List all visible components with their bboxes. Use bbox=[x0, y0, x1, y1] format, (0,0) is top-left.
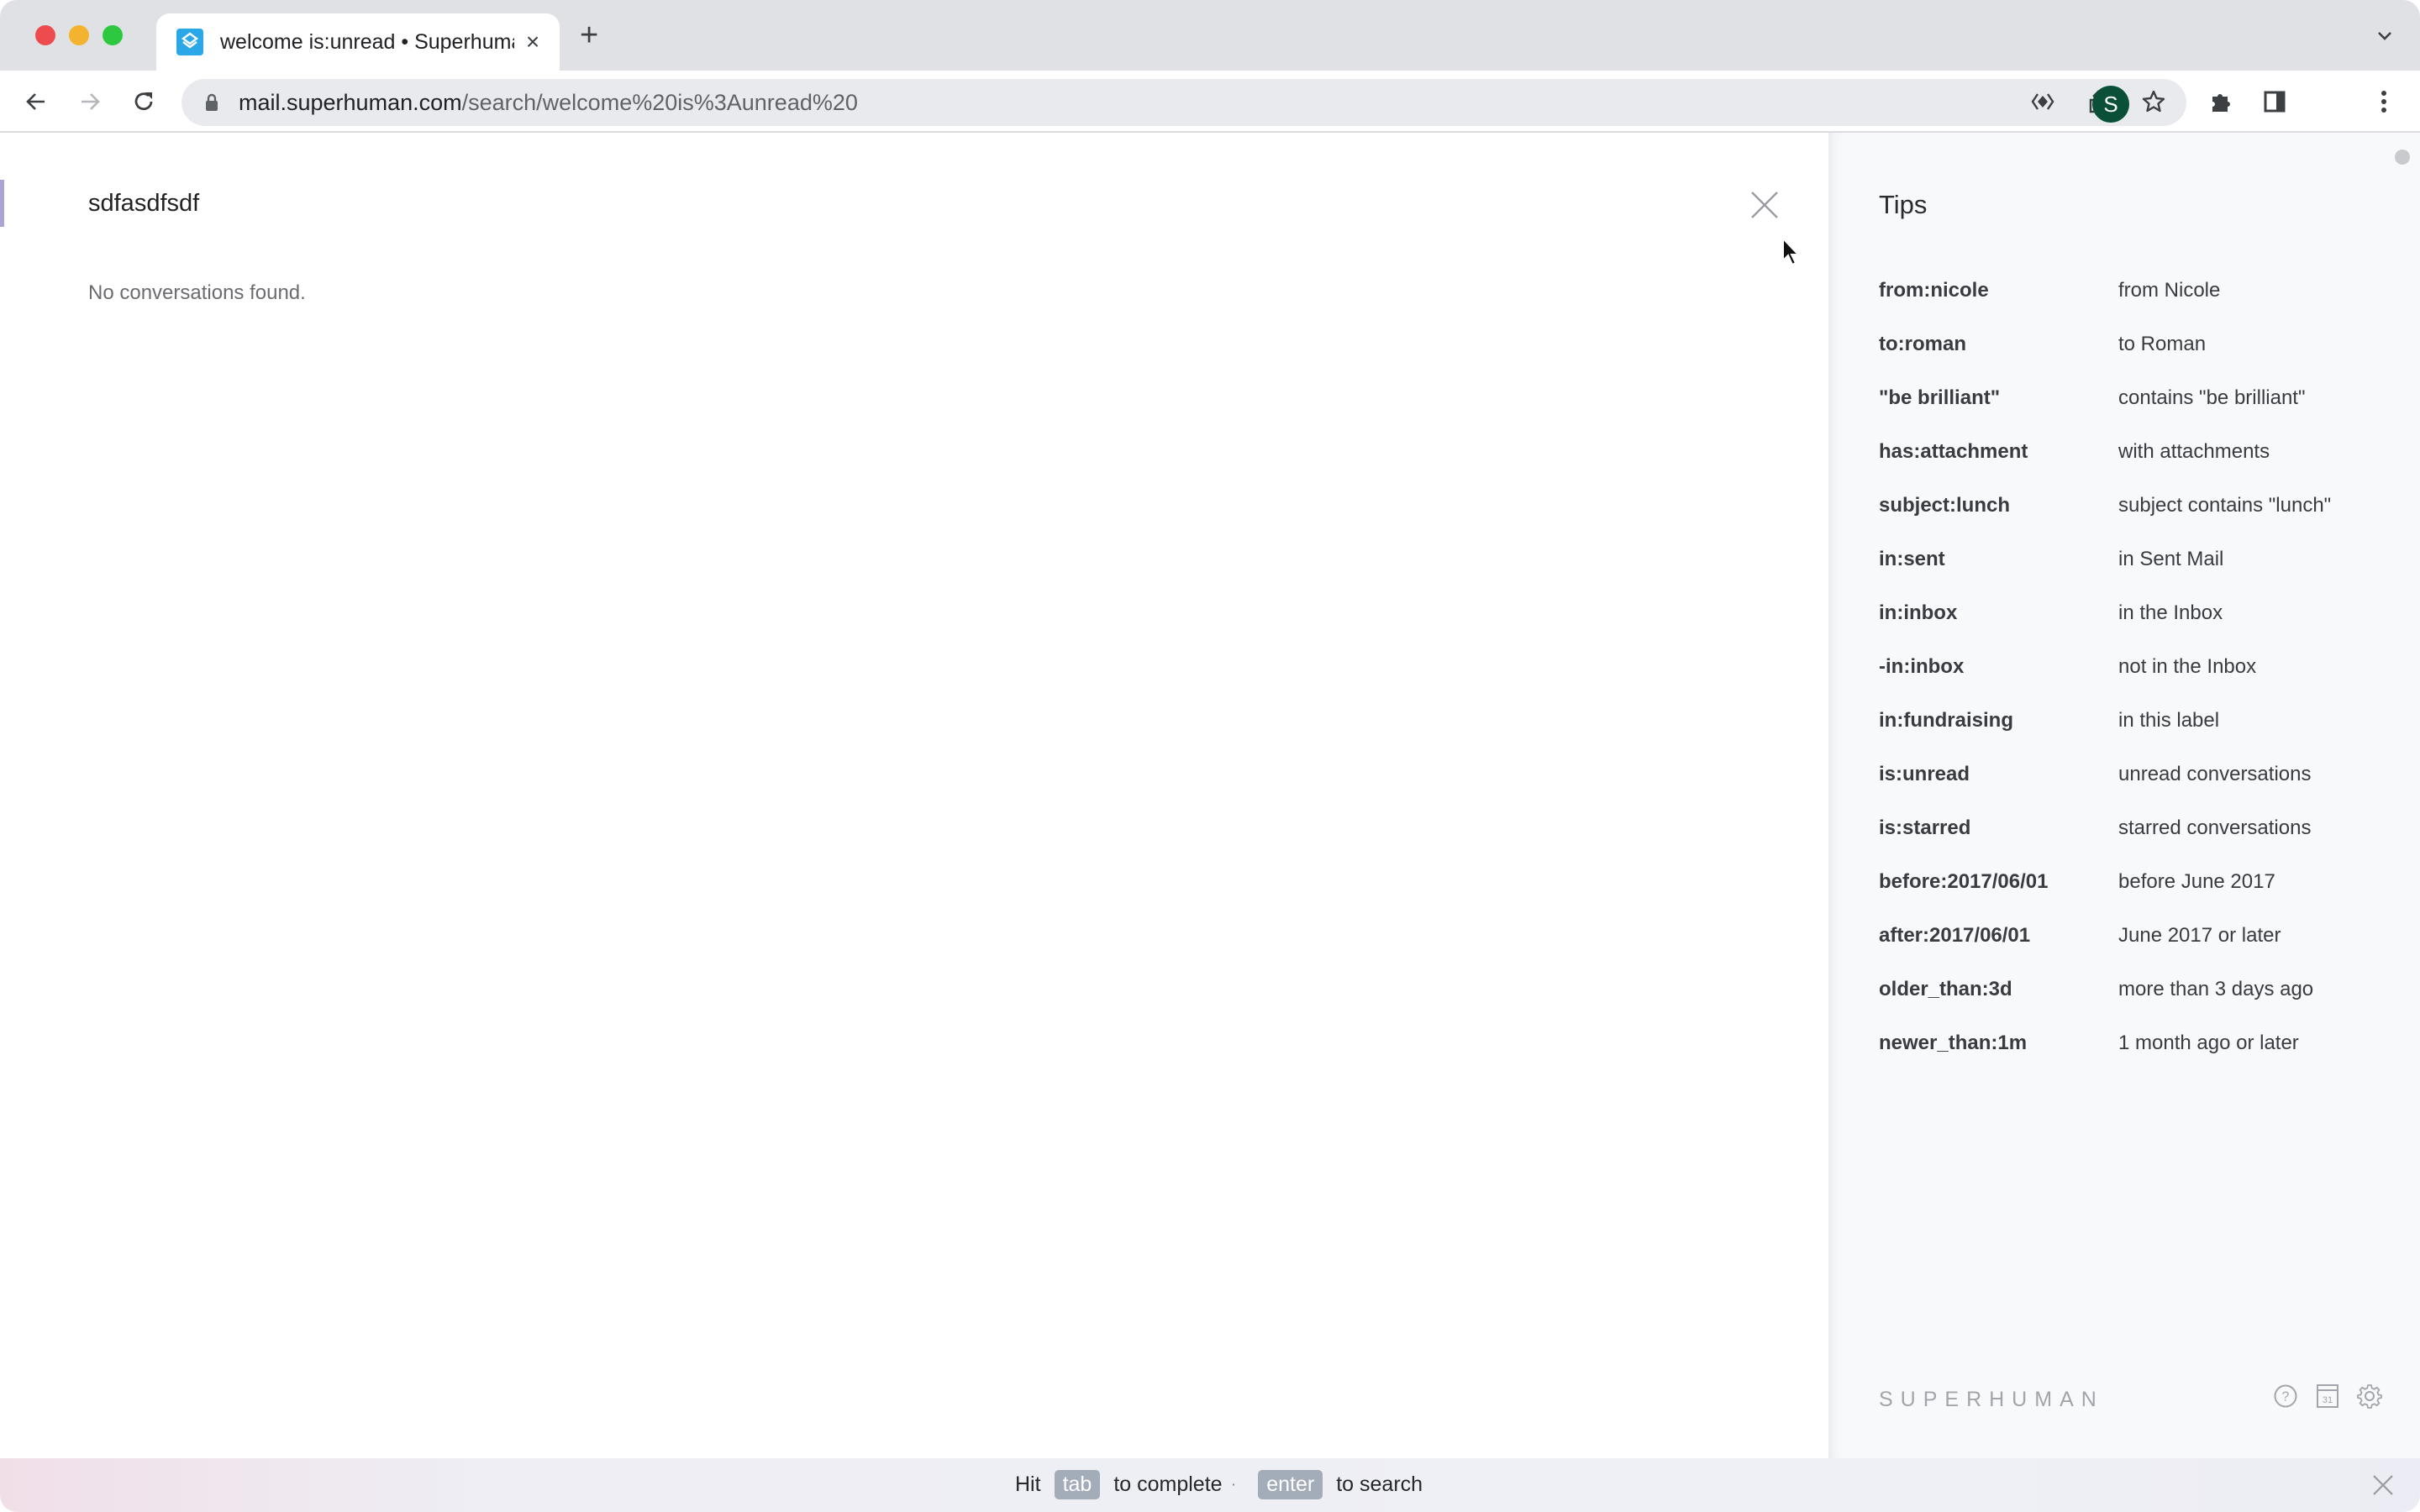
tab-title: welcome is:unread • Superhuman bbox=[220, 29, 514, 54]
tip-operator: before:2017/06/01 bbox=[1879, 870, 2049, 893]
tab-strip: welcome is:unread • Superhuman × + bbox=[0, 0, 2420, 71]
tab-key-badge: tab bbox=[1054, 1470, 1101, 1499]
tip-operator: from:nicole bbox=[1879, 279, 1989, 302]
tip-operator: to:roman bbox=[1879, 333, 1966, 355]
forward-button[interactable] bbox=[76, 87, 104, 116]
tip-description: subject contains "lunch" bbox=[2118, 494, 2332, 517]
lock-icon[interactable] bbox=[205, 93, 218, 112]
tip-row[interactable]: -in:inbox not in the Inbox bbox=[1879, 655, 2331, 709]
tip-row[interactable]: in:inbox in the Inbox bbox=[1879, 601, 2331, 655]
browser-window: welcome is:unread • Superhuman × + mail.… bbox=[0, 0, 2420, 1512]
browser-menu-icon[interactable] bbox=[2370, 87, 2398, 116]
keyboard-hint-bar: Hit tab to complete · enter to search bbox=[0, 1458, 2420, 1512]
tip-description: to Roman bbox=[2118, 333, 2207, 355]
side-panel-icon[interactable] bbox=[2260, 87, 2289, 116]
superhuman-wordmark: SUPERHUMAN bbox=[1879, 1388, 2104, 1411]
tip-operator: subject:lunch bbox=[1879, 494, 2011, 517]
tip-operator: newer_than:1m bbox=[1879, 1032, 2028, 1054]
tip-operator: -in:inbox bbox=[1879, 655, 1965, 678]
tip-description: in the Inbox bbox=[2118, 601, 2223, 624]
tip-operator: in:fundraising bbox=[1879, 709, 2013, 732]
tip-row[interactable]: in:fundraising in this label bbox=[1879, 709, 2331, 763]
tip-row[interactable]: "be brilliant" contains "be brilliant" bbox=[1879, 386, 2331, 440]
hint-separator: · bbox=[1230, 1475, 1237, 1494]
tip-operator: is:unread bbox=[1879, 763, 1970, 785]
mouse-cursor-icon bbox=[1781, 236, 1803, 271]
hint-action-complete: to complete bbox=[1113, 1473, 1223, 1496]
tip-operator: "be brilliant" bbox=[1879, 386, 2001, 409]
tip-row[interactable]: subject:lunch subject contains "lunch" bbox=[1879, 494, 2331, 548]
search-results-pane: sdfasdfsdf No conversations found. bbox=[0, 133, 1828, 1458]
tip-operator: after:2017/06/01 bbox=[1879, 924, 2031, 947]
status-dot bbox=[2395, 150, 2410, 165]
tip-row[interactable]: has:attachment with attachments bbox=[1879, 440, 2331, 494]
tip-operator: in:inbox bbox=[1879, 601, 1958, 624]
tip-description: not in the Inbox bbox=[2118, 655, 2257, 678]
tip-operator: is:starred bbox=[1879, 816, 1971, 839]
tip-row[interactable]: newer_than:1m 1 month ago or later bbox=[1879, 1032, 2331, 1085]
tip-row[interactable]: is:starred starred conversations bbox=[1879, 816, 2331, 870]
tip-description: June 2017 or later bbox=[2118, 924, 2281, 947]
close-hint-icon[interactable] bbox=[2371, 1473, 2395, 1497]
superhuman-app: sdfasdfsdf No conversations found. Tips … bbox=[0, 133, 2420, 1458]
back-button[interactable] bbox=[22, 87, 50, 116]
tip-row[interactable]: before:2017/06/01 before June 2017 bbox=[1879, 870, 2331, 924]
profile-avatar[interactable]: S bbox=[2092, 86, 2129, 123]
tip-description: with attachments bbox=[2118, 440, 2270, 463]
calendar-day: 31 bbox=[2323, 1395, 2333, 1405]
help-icon[interactable]: ? bbox=[2272, 1383, 2299, 1410]
tip-operator: older_than:3d bbox=[1879, 978, 2012, 1000]
close-search-icon[interactable] bbox=[1749, 190, 1780, 220]
extension-diamond-icon[interactable] bbox=[2030, 89, 2055, 114]
tip-operator: in:sent bbox=[1879, 548, 1945, 570]
browser-toolbar: mail.superhuman.com/search/welcome%20is%… bbox=[0, 71, 2420, 133]
tip-row[interactable]: after:2017/06/01 June 2017 or later bbox=[1879, 924, 2331, 978]
tip-row[interactable]: in:sent in Sent Mail bbox=[1879, 548, 2331, 601]
tip-row[interactable]: to:roman to Roman bbox=[1879, 333, 2331, 386]
empty-results-message: No conversations found. bbox=[88, 281, 306, 304]
tip-description: unread conversations bbox=[2118, 763, 2312, 785]
window-close-button[interactable] bbox=[35, 25, 55, 45]
tip-description: more than 3 days ago bbox=[2118, 978, 2314, 1000]
url-path: /search/welcome%20is%3Aunread%20 bbox=[461, 89, 858, 115]
url-text[interactable]: mail.superhuman.com/search/welcome%20is%… bbox=[239, 90, 858, 116]
hint-action-search: to search bbox=[1336, 1473, 1423, 1496]
tips-title: Tips bbox=[1879, 190, 1928, 219]
tip-row[interactable]: is:unread unread conversations bbox=[1879, 763, 2331, 816]
extensions-puzzle-icon[interactable] bbox=[2207, 87, 2235, 116]
settings-gear-icon[interactable] bbox=[2356, 1383, 2383, 1410]
search-input[interactable]: sdfasdfsdf bbox=[88, 190, 199, 218]
tab-search-chevron-icon[interactable] bbox=[2375, 25, 2395, 45]
browser-tab-active[interactable]: welcome is:unread • Superhuman × bbox=[156, 13, 560, 71]
tip-operator: has:attachment bbox=[1879, 440, 2028, 463]
tip-description: 1 month ago or later bbox=[2118, 1032, 2299, 1054]
tip-row[interactable]: older_than:3d more than 3 days ago bbox=[1879, 978, 2331, 1032]
tip-description: in this label bbox=[2118, 709, 2220, 732]
tip-description: in Sent Mail bbox=[2118, 548, 2224, 570]
hint-prefix: Hit bbox=[1015, 1473, 1041, 1496]
svg-text:?: ? bbox=[2282, 1390, 2290, 1404]
tips-footer: SUPERHUMAN ? 31 bbox=[1879, 1384, 2383, 1412]
bookmark-star-icon[interactable] bbox=[2141, 89, 2166, 114]
tip-description: starred conversations bbox=[2118, 816, 2312, 839]
address-bar[interactable]: mail.superhuman.com/search/welcome%20is%… bbox=[182, 79, 2186, 126]
tips-list: from:nicole from Nicole to:roman to Roman … bbox=[1879, 279, 2331, 1085]
window-minimize-button[interactable] bbox=[69, 25, 89, 45]
superhuman-logo-icon bbox=[176, 29, 203, 55]
new-tab-button[interactable]: + bbox=[580, 19, 598, 51]
tip-description: from Nicole bbox=[2118, 279, 2221, 302]
window-zoom-button[interactable] bbox=[103, 25, 123, 45]
reload-button[interactable] bbox=[129, 87, 158, 116]
url-host: mail.superhuman.com bbox=[239, 89, 462, 115]
tip-row[interactable]: from:nicole from Nicole bbox=[1879, 279, 2331, 333]
calendar-icon[interactable]: 31 bbox=[2314, 1383, 2341, 1410]
tip-description: before June 2017 bbox=[2118, 870, 2275, 893]
tip-description: contains "be brilliant" bbox=[2118, 386, 2306, 409]
focus-indicator bbox=[0, 180, 4, 227]
tab-close-icon[interactable]: × bbox=[521, 30, 544, 54]
enter-key-badge: enter bbox=[1258, 1470, 1323, 1499]
tips-panel: Tips from:nicole from Nicole to:roman to R… bbox=[1828, 133, 2420, 1458]
keyboard-hint: Hit tab to complete · enter to search bbox=[1015, 1470, 1423, 1499]
